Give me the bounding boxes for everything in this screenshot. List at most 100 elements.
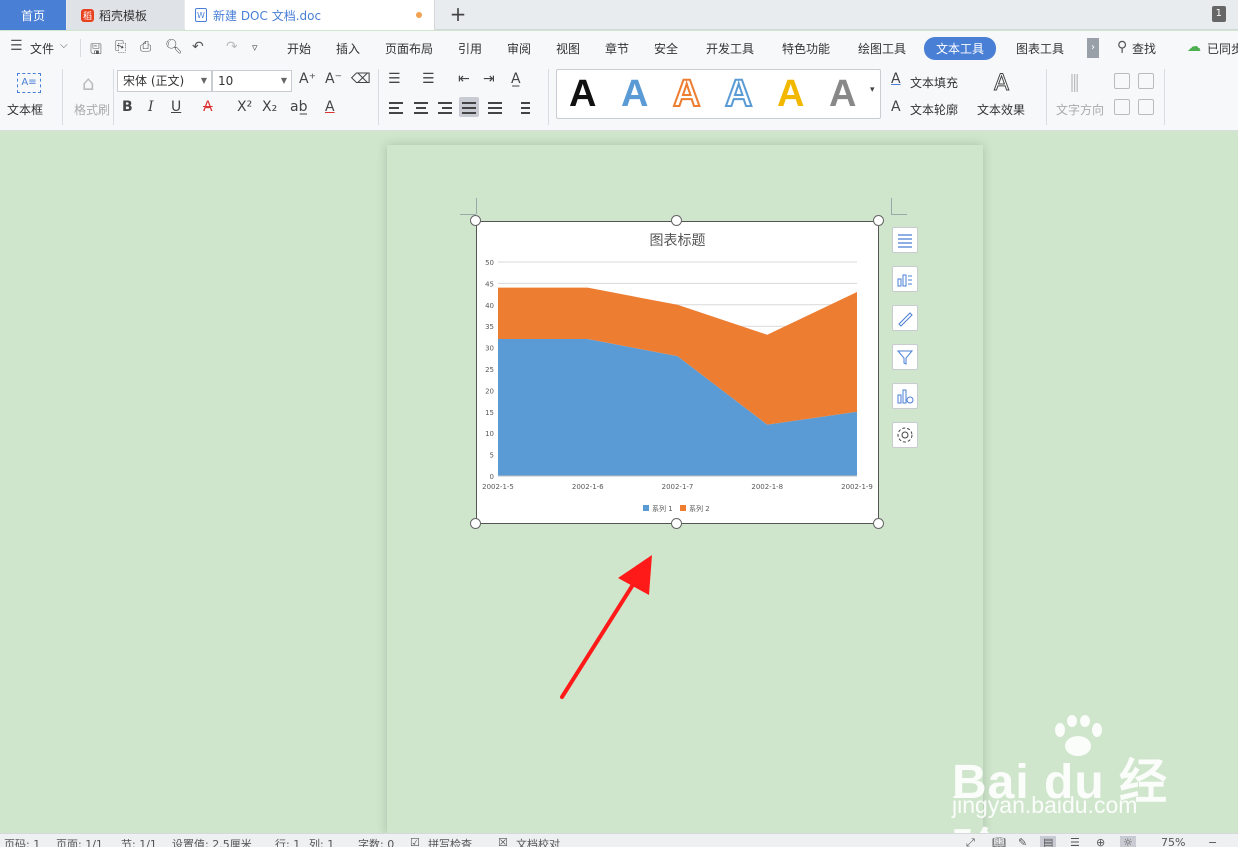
save-icon[interactable]: 🖫	[90, 39, 102, 63]
style-gray[interactable]: A	[829, 74, 856, 114]
spellcheck-button[interactable]: 拼写检查	[428, 836, 472, 847]
textbox-icon[interactable]: A≡	[17, 73, 41, 93]
status-section[interactable]: 节: 1/1	[121, 836, 157, 847]
spellcheck-icon[interactable]: ☑	[410, 836, 420, 847]
font-name-select[interactable]: 宋体 (正文) ▼	[117, 70, 212, 92]
resize-handle-tl[interactable]	[470, 215, 481, 226]
edit-mode-icon[interactable]: ✎	[1018, 836, 1027, 847]
font-color-icon[interactable]: A	[325, 99, 335, 115]
shrink-font-icon[interactable]: A⁻	[325, 71, 342, 87]
distributed-icon[interactable]	[485, 98, 505, 118]
style-blue[interactable]: A	[621, 74, 648, 114]
gallery-more-icon[interactable]: ▾	[870, 85, 875, 95]
area-chart[interactable]: 图表标题 0 5 10 15 20 25 30 35 40 45 50 2002-1-5 2002-1-…	[476, 221, 879, 524]
chevron-down-icon[interactable]: ⌵	[60, 40, 68, 51]
decrease-indent-icon[interactable]: ⇤	[458, 71, 470, 87]
increase-indent-icon[interactable]: ⇥	[483, 71, 495, 87]
clear-format-icon[interactable]: ⌫	[351, 71, 371, 87]
menu-page-layout[interactable]: 页面布局	[385, 40, 433, 57]
text-effect-button[interactable]: 文本效果	[977, 101, 1025, 118]
menu-insert[interactable]: 插入	[336, 40, 360, 57]
strikethrough-icon[interactable]: A	[203, 99, 213, 115]
text-direction-button[interactable]: 文字方向	[1056, 101, 1104, 118]
menu-review[interactable]: 审阅	[507, 40, 531, 57]
status-words[interactable]: 字数: 0	[358, 836, 394, 847]
menu-chapter[interactable]: 章节	[605, 40, 629, 57]
chart-online-button[interactable]	[892, 383, 918, 409]
line-spacing-icon[interactable]	[513, 98, 533, 118]
menu-developer[interactable]: 开发工具	[706, 40, 754, 57]
window-count-badge[interactable]: 1	[1211, 6, 1226, 22]
chart-edit-button[interactable]	[892, 305, 918, 331]
menu-drawing-tools[interactable]: 绘图工具	[858, 40, 906, 57]
scroll-right-icon[interactable]: ›	[1087, 38, 1099, 58]
subscript-icon[interactable]: X₂	[262, 99, 277, 115]
menu-text-tools[interactable]: 文本工具	[924, 37, 997, 60]
print-preview-icon[interactable]: 🔍︎	[165, 39, 183, 55]
style-gold[interactable]: A	[777, 74, 804, 114]
redo-icon[interactable]: ↷	[226, 39, 238, 55]
eye-protect-icon[interactable]: ☼	[1120, 836, 1136, 847]
resize-handle-tr[interactable]	[873, 215, 884, 226]
font-size-select[interactable]: 10 ▼	[212, 70, 292, 92]
customize-qa-icon[interactable]: ▿	[252, 41, 258, 54]
status-row[interactable]: 行: 1	[275, 836, 300, 847]
chart-settings-button[interactable]	[892, 422, 918, 448]
bold-icon[interactable]: B	[122, 99, 133, 115]
cloud-sync-icon[interactable]: ☁	[1187, 39, 1201, 55]
undo-icon[interactable]: ↶	[192, 39, 204, 55]
text-fill-button[interactable]: 文本填充	[910, 74, 958, 91]
align-right-icon[interactable]	[435, 98, 455, 118]
search-label[interactable]: 查找	[1132, 40, 1156, 57]
phonetic-icon[interactable]: ab̲	[290, 99, 307, 115]
format-painter-button[interactable]: 格式刷	[74, 101, 110, 118]
menu-view[interactable]: 视图	[556, 40, 580, 57]
status-setting[interactable]: 设置值: 2.5厘米	[172, 836, 252, 847]
file-menu[interactable]: 文件	[30, 40, 54, 57]
style-black[interactable]: A	[569, 74, 596, 114]
status-pages[interactable]: 页面: 1/1	[56, 836, 103, 847]
tab-templates[interactable]: 稻 稻壳模板	[67, 0, 184, 30]
bullets-icon[interactable]: ☰	[388, 71, 401, 87]
menu-features[interactable]: 特色功能	[782, 40, 830, 57]
outline-view-icon[interactable]: ☰	[1070, 836, 1080, 847]
align-justify-icon[interactable]	[459, 97, 479, 117]
proofread-icon[interactable]: ☒	[498, 836, 508, 847]
resize-handle-br[interactable]	[873, 518, 884, 529]
proofread-button[interactable]: 文档校对	[516, 836, 560, 847]
menu-start[interactable]: 开始	[287, 40, 311, 57]
superscript-icon[interactable]: X²	[237, 99, 252, 115]
underline-icon[interactable]: U	[171, 99, 181, 115]
tab-home[interactable]: 首页	[0, 0, 66, 30]
print-icon[interactable]: ⎙	[140, 39, 151, 55]
textbox-button[interactable]: 文本框	[7, 101, 43, 118]
align-left-icon[interactable]	[386, 98, 406, 118]
text-outline-button[interactable]: 文本轮廓	[910, 101, 958, 118]
grow-font-icon[interactable]: A⁺	[299, 71, 316, 87]
numbering-icon[interactable]: ☰	[422, 71, 435, 87]
menu-chart-tools[interactable]: 图表工具	[1016, 40, 1064, 57]
menu-security[interactable]: 安全	[654, 40, 678, 57]
resize-handle-b[interactable]	[671, 518, 682, 529]
text-direction-para-icon[interactable]: A̲	[511, 71, 521, 87]
resize-handle-t[interactable]	[671, 215, 682, 226]
sync-status[interactable]: 已同步	[1207, 40, 1238, 57]
text-outline-icon[interactable]: A	[891, 99, 901, 115]
hamburger-icon[interactable]: ☰	[10, 38, 23, 54]
text-fill-icon[interactable]: A	[891, 71, 901, 87]
add-tab-button[interactable]: +	[446, 2, 470, 28]
web-view-icon[interactable]: ⊕	[1096, 836, 1105, 847]
status-page-number[interactable]: 页码: 1	[4, 836, 40, 847]
align-center-icon[interactable]	[411, 98, 431, 118]
resize-handle-bl[interactable]	[470, 518, 481, 529]
chart-styles-button[interactable]	[892, 266, 918, 292]
export-icon[interactable]: ⎘	[115, 39, 126, 55]
fullscreen-icon[interactable]: ⤢	[966, 836, 975, 847]
text-effect-icon[interactable]: A	[993, 71, 1009, 97]
style-orange-outline[interactable]: A	[672, 73, 701, 115]
zoom-out-icon[interactable]: −	[1208, 836, 1217, 847]
tab-document[interactable]: W 新建 DOC 文档.doc	[185, 0, 435, 30]
zoom-level[interactable]: 75%	[1161, 836, 1185, 847]
menu-references[interactable]: 引用	[458, 40, 482, 57]
read-mode-icon[interactable]: 📖︎	[992, 836, 1006, 847]
